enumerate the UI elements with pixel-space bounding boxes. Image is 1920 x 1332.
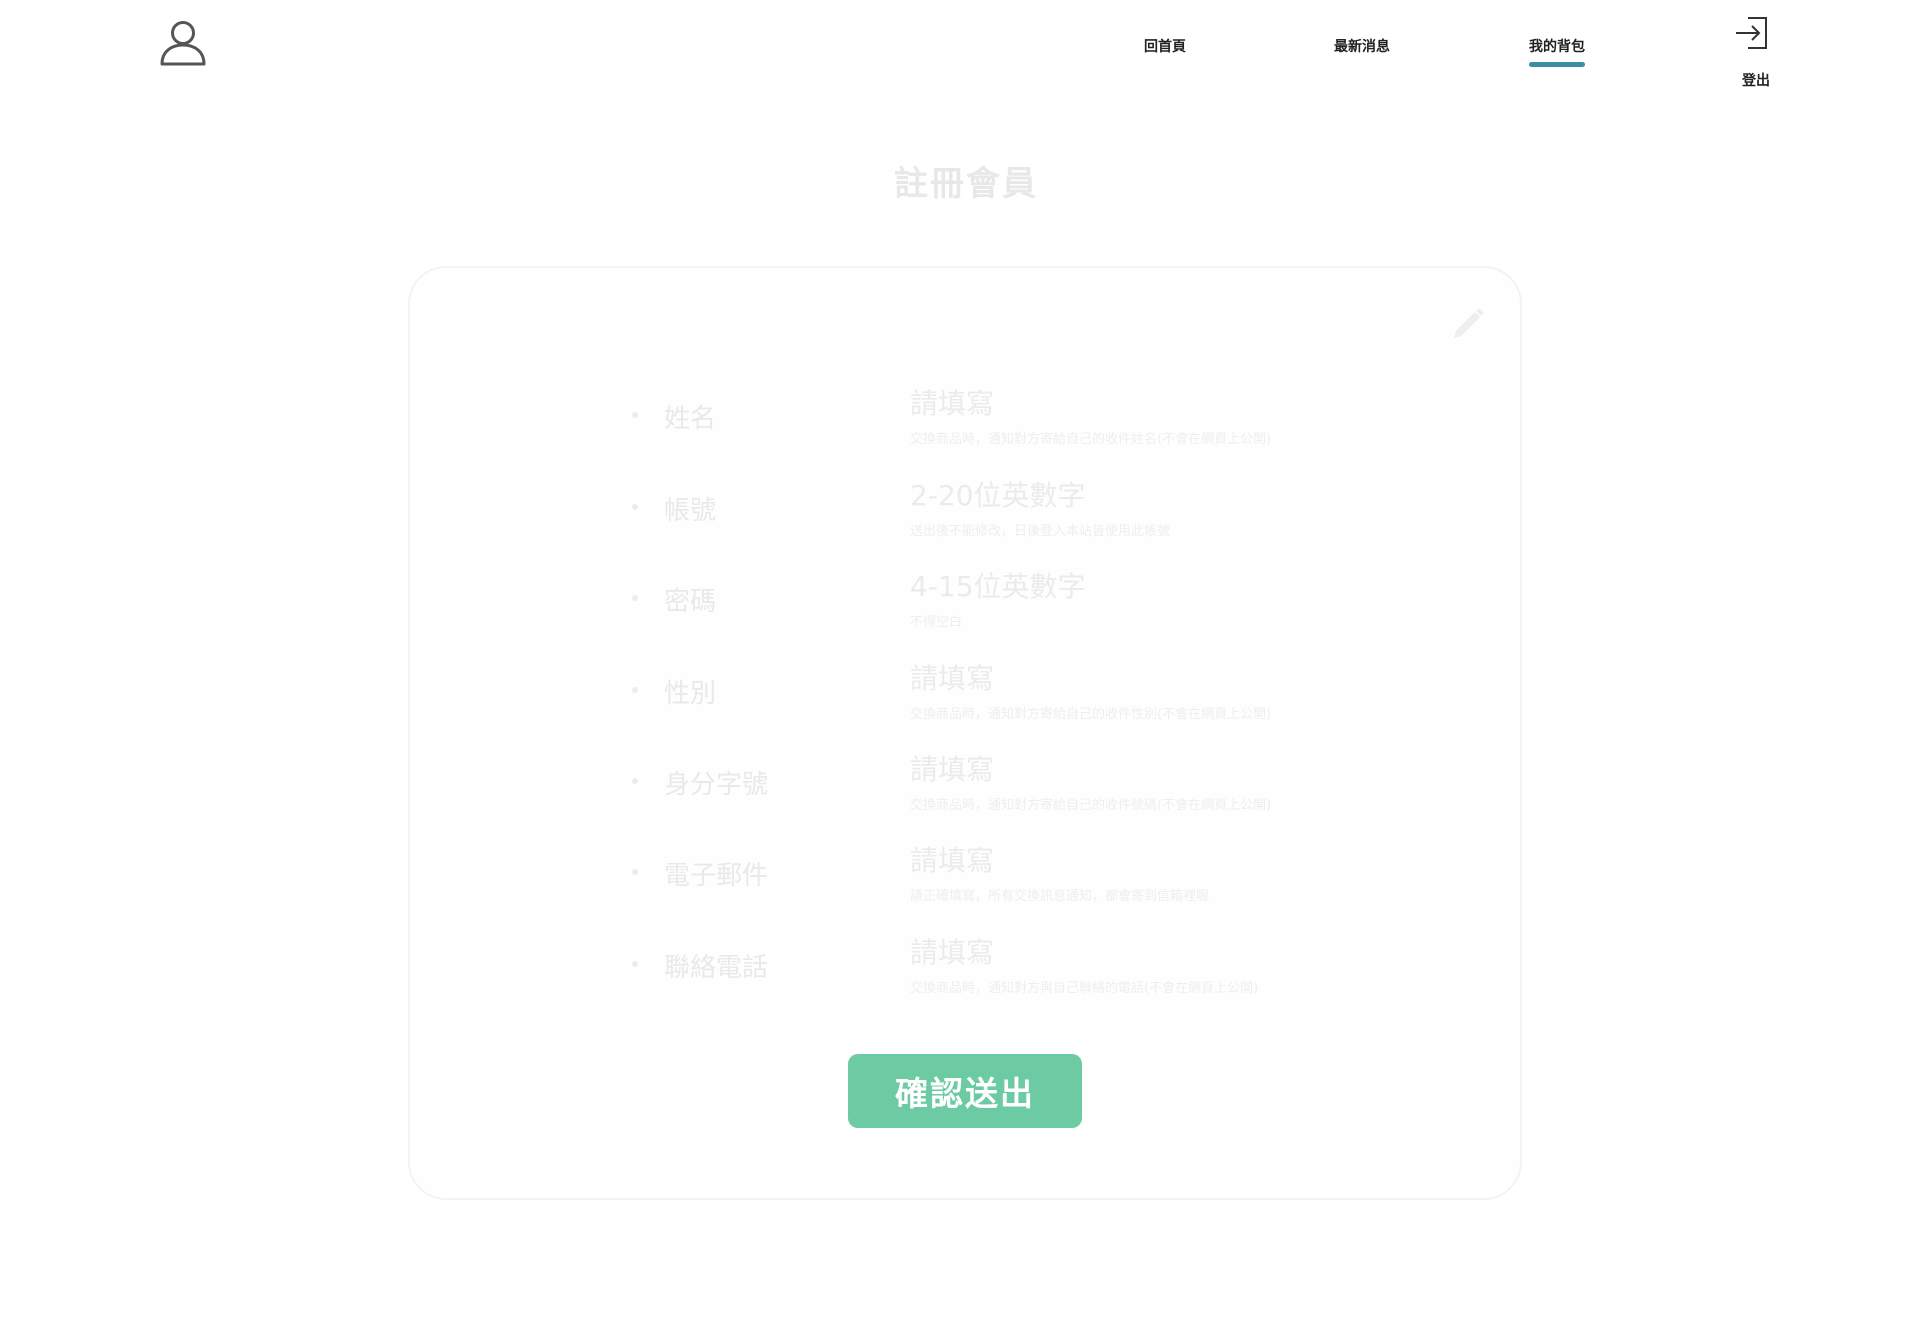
email-input[interactable] (910, 839, 1430, 881)
field-label: 密碼 (664, 587, 717, 617)
field-row-email: 電子郵件 請正確填寫，所有交換訊息通知，都會寄到信箱裡喔 (410, 839, 1524, 909)
field-label: 聯絡電話 (664, 953, 769, 983)
field-hint: 交換商品時，通知對方與自己聯絡的電話(不會在網頁上公開) (910, 981, 1259, 996)
field-row-gender: 性別 交換商品時，通知對方寄給自己的收件性別(不會在網頁上公開) (410, 657, 1524, 727)
bullet (632, 869, 638, 875)
field-label: 性別 (664, 679, 717, 709)
field-hint: 交換商品時，通知對方寄給自己的收件性別(不會在網頁上公開) (910, 707, 1272, 722)
bullet (632, 595, 638, 601)
field-row-id-number: 身分字號 交換商品時，通知對方寄給自己的收件號碼(不會在網頁上公開) (410, 748, 1524, 818)
id-number-input[interactable] (910, 748, 1430, 790)
field-hint: 送出後不能修改，日後登入本站皆使用此帳號 (910, 524, 1171, 539)
pencil-icon[interactable] (1446, 304, 1486, 344)
name-input[interactable] (910, 382, 1430, 424)
site-header: 回首頁 最新消息 我的背包 登出 (0, 0, 1920, 100)
field-row-account: 帳號 送出後不能修改，日後登入本站皆使用此帳號 (410, 474, 1524, 544)
field-label: 身分字號 (664, 770, 769, 800)
user-icon[interactable] (158, 18, 208, 68)
bullet (632, 687, 638, 693)
register-form-card: 姓名 交換商品時，通知對方寄給自己的收件姓名(不會在網頁上公開) 帳號 送出後不… (408, 266, 1522, 1200)
field-label: 姓名 (664, 404, 717, 434)
bullet (632, 778, 638, 784)
account-input[interactable] (910, 474, 1430, 516)
field-row-name: 姓名 交換商品時，通知對方寄給自己的收件姓名(不會在網頁上公開) (410, 382, 1524, 452)
field-hint: 交換商品時，通知對方寄給自己的收件姓名(不會在網頁上公開) (910, 432, 1272, 447)
field-hint: 交換商品時，通知對方寄給自己的收件號碼(不會在網頁上公開) (910, 798, 1272, 813)
field-label: 電子郵件 (664, 861, 769, 891)
bullet (632, 412, 638, 418)
password-input[interactable] (910, 565, 1430, 607)
login-arrow-icon (1736, 17, 1767, 49)
phone-input[interactable] (910, 931, 1430, 973)
page-title: 註冊會員 (894, 164, 1038, 204)
bullet (632, 961, 638, 967)
submit-button[interactable]: 確認送出 (848, 1054, 1082, 1128)
field-hint: 不得空白 (910, 615, 963, 630)
gender-input[interactable] (910, 657, 1430, 699)
logout-label: 登出 (1742, 73, 1770, 89)
field-row-password: 密碼 不得空白 (410, 565, 1524, 635)
field-hint: 請正確填寫，所有交換訊息通知，都會寄到信箱裡喔 (910, 889, 1210, 904)
field-label: 帳號 (664, 496, 717, 526)
field-row-phone: 聯絡電話 交換商品時，通知對方與自己聯絡的電話(不會在網頁上公開) (410, 931, 1524, 1001)
logout-button[interactable]: 登出 (1728, 14, 1780, 89)
nav-home[interactable]: 回首頁 (1144, 36, 1186, 56)
nav-news[interactable]: 最新消息 (1334, 36, 1390, 56)
bullet (632, 504, 638, 510)
nav-my-backpack[interactable]: 我的背包 (1529, 36, 1585, 67)
